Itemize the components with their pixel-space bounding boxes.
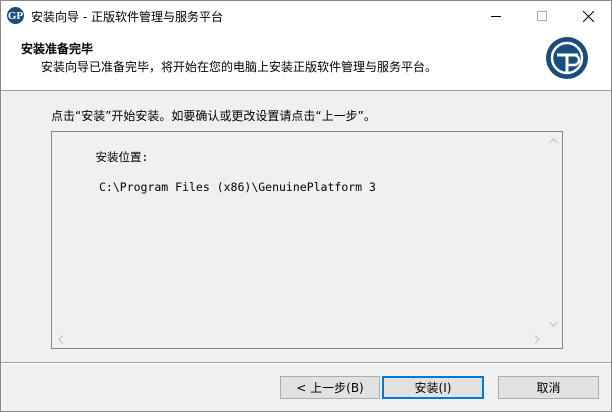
instruction-text: 点击“安装”开始安装。如要确认或更改设置请点击“上一步”。: [51, 109, 376, 123]
installer-window: GP 安装向导 - 正版软件管理与服务平台 安装准备完毕 安装向导已准备完毕，将…: [0, 0, 612, 412]
vertical-scrollbar[interactable]: [545, 132, 562, 332]
brand-logo-icon: [546, 37, 588, 79]
close-button[interactable]: [565, 1, 611, 31]
page-title: 安装准备完毕: [21, 42, 94, 56]
install-button[interactable]: 安装(I): [382, 376, 484, 399]
maximize-icon: [537, 11, 547, 21]
horizontal-scrollbar[interactable]: [52, 331, 545, 348]
footer-divider: [1, 362, 611, 364]
scroll-down-arrow-icon[interactable]: [545, 315, 562, 332]
scroll-left-arrow-icon[interactable]: [52, 331, 69, 348]
install-path: C:\Program Files (x86)\GenuinePlatform 3: [99, 180, 376, 194]
close-icon: [582, 10, 594, 22]
back-button[interactable]: < 上一步(B): [280, 376, 380, 399]
install-summary-memo[interactable]: 安装位置: C:\Program Files (x86)\GenuinePlat…: [51, 131, 563, 349]
install-location-label: 安装位置:: [95, 150, 149, 164]
wizard-header: 安装准备完毕 安装向导已准备完毕，将开始在您的电脑上安装正版软件管理与服务平台。: [1, 31, 611, 91]
cancel-button[interactable]: 取消: [498, 376, 599, 399]
app-logo-icon: GP: [7, 7, 24, 24]
title-bar[interactable]: GP 安装向导 - 正版软件管理与服务平台: [1, 1, 611, 31]
maximize-button[interactable]: [519, 1, 565, 31]
memo-content: 安装位置: C:\Program Files (x86)\GenuinePlat…: [54, 135, 376, 225]
scroll-right-arrow-icon[interactable]: [528, 331, 545, 348]
window-title: 安装向导 - 正版软件管理与服务平台: [31, 10, 223, 24]
scrollbar-corner: [545, 331, 562, 348]
page-subtitle: 安装向导已准备完毕，将开始在您的电脑上安装正版软件管理与服务平台。: [41, 60, 438, 74]
minimize-button[interactable]: [473, 1, 519, 31]
minimize-icon: [491, 16, 501, 17]
scroll-up-arrow-icon[interactable]: [545, 132, 562, 149]
